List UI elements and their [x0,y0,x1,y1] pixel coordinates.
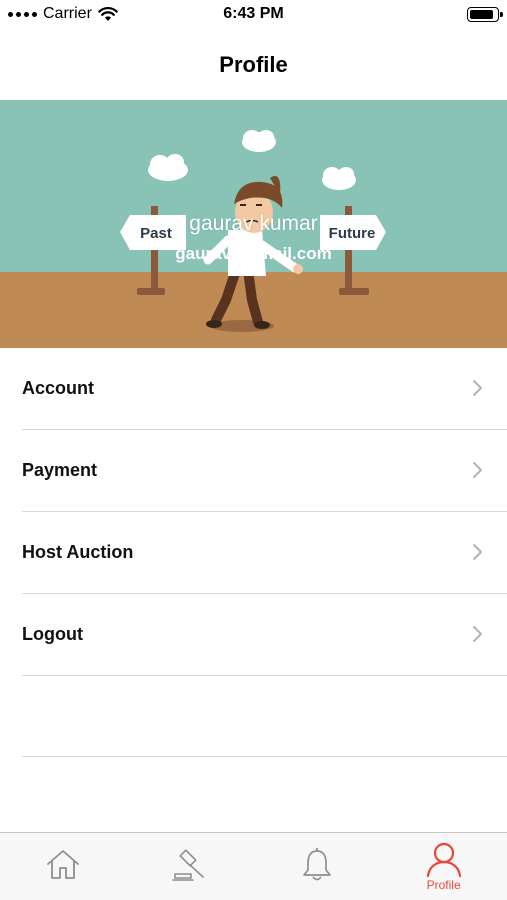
menu-item-label: Account [22,378,94,398]
page-title: Profile [219,52,288,77]
menu-item-label: Logout [22,624,83,644]
chevron-right-icon [473,380,482,396]
tab-profile-label: Profile [426,878,461,892]
empty-row [0,676,507,756]
tab-profile[interactable]: Profile [380,833,507,900]
user-email: gaurav@gmail.com [175,244,332,263]
menu-item-label: Host Auction [22,542,134,562]
divider [22,756,507,757]
tab-bar: Profile [0,832,507,900]
user-name: gaurav kumar [189,212,318,235]
status-time: 6:43 PM [223,5,284,22]
tab-home[interactable] [0,833,127,900]
chevron-right-icon [473,462,482,478]
chevron-right-icon [473,626,482,642]
profile-icon [426,842,461,877]
menu-item-label: Payment [22,460,98,480]
home-icon [47,850,80,879]
profile-banner: Past Future gaurav kumar gaurav@gmail.co… [0,100,507,348]
navigation-bar: Profile [0,30,507,100]
tab-notifications[interactable] [254,833,381,900]
gavel-icon [172,849,204,881]
menu-item-host-auction[interactable]: Host Auction [0,512,507,593]
chevron-right-icon [473,544,482,560]
tab-auction[interactable] [127,833,254,900]
status-bar: Carrier 6:43 PM [0,0,507,30]
menu-item-account[interactable]: Account [0,348,507,429]
bell-icon [303,848,331,881]
menu-item-payment[interactable]: Payment [0,430,507,511]
profile-menu: Account Payment Host Auction Logout [0,348,507,757]
menu-item-logout[interactable]: Logout [0,594,507,675]
battery-icon [467,7,503,22]
